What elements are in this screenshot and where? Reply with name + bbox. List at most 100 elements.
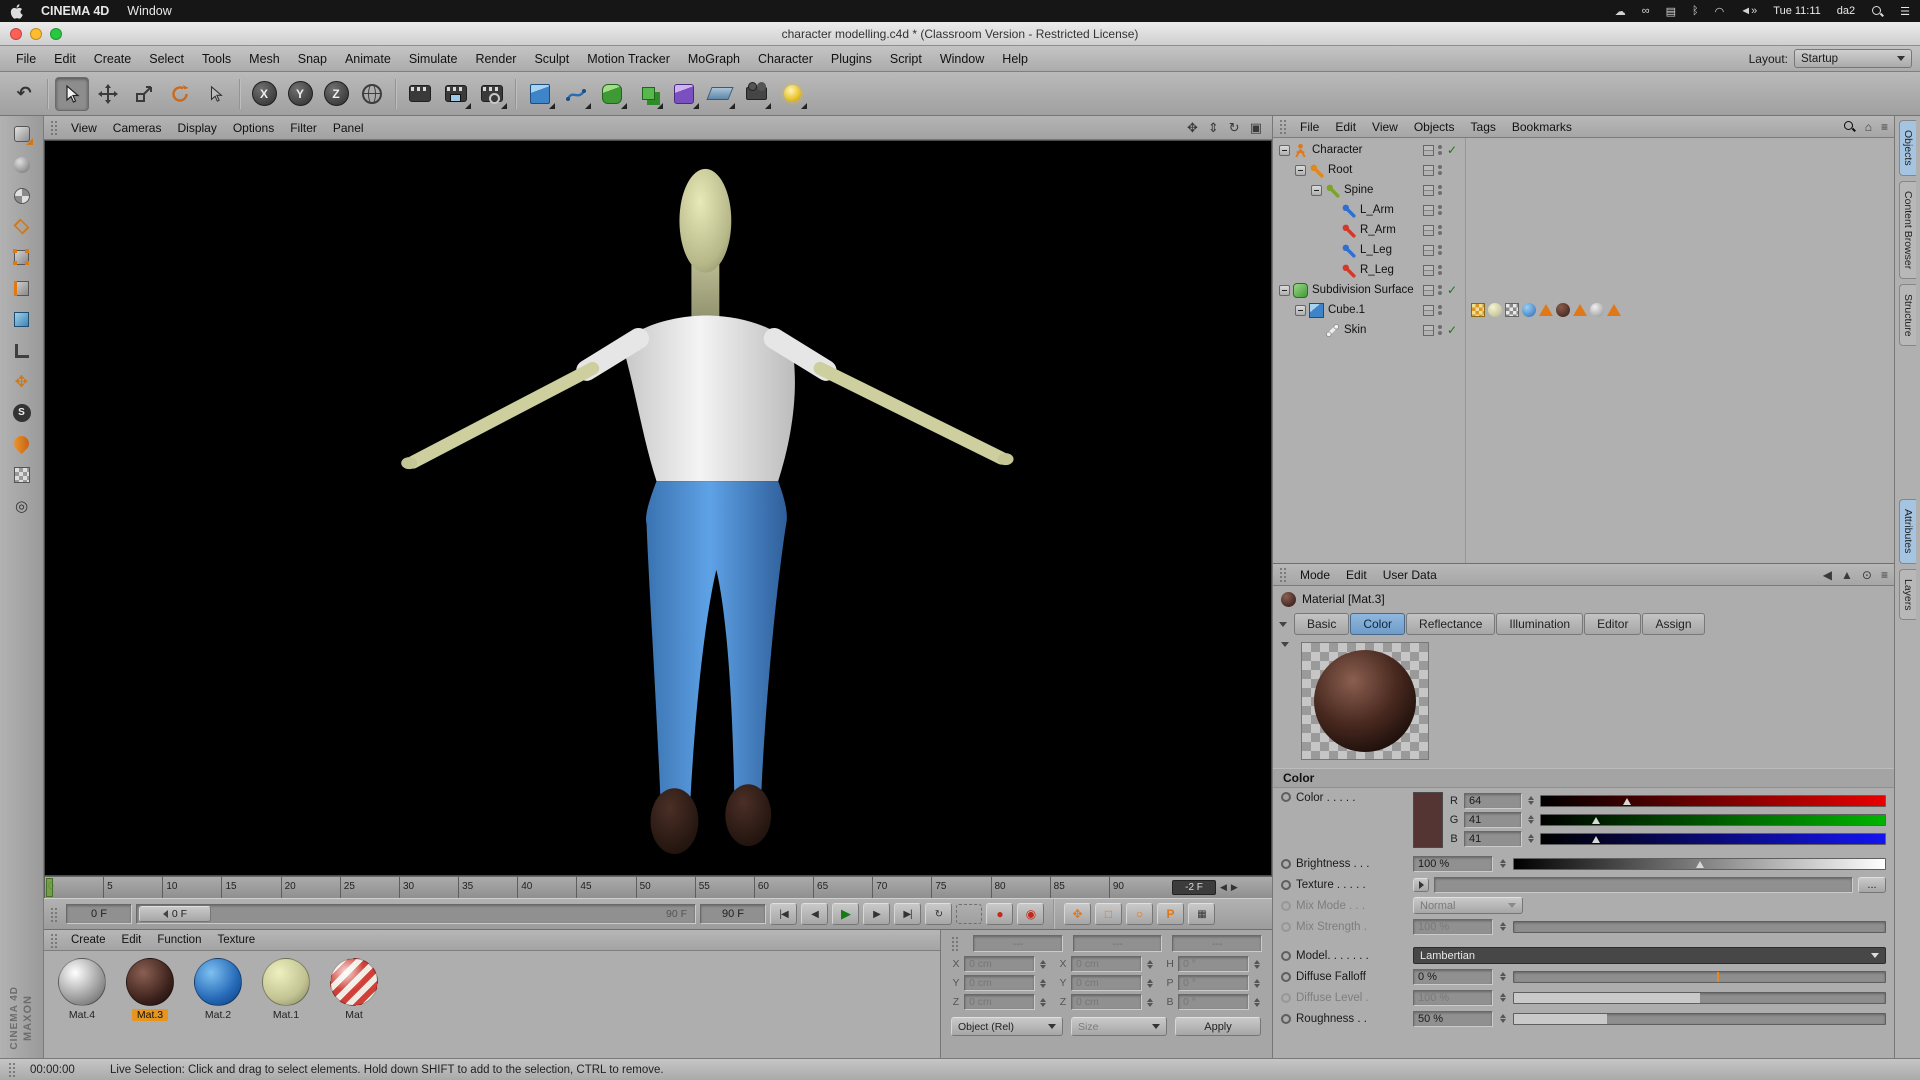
menu-window[interactable]: Window [932, 49, 992, 69]
material-preview[interactable] [1301, 642, 1429, 760]
viewport-menu-cameras[interactable]: Cameras [106, 119, 169, 137]
red-value-field[interactable]: 64 [1464, 793, 1522, 809]
cloud-icon[interactable]: ☁ [1615, 5, 1626, 18]
menu-render[interactable]: Render [467, 49, 524, 69]
last-used-tool-button[interactable] [199, 77, 233, 111]
tree-row-l-arm[interactable]: L_Arm [1273, 200, 1894, 220]
menubar-clock[interactable]: Tue 11:11 [1773, 5, 1821, 17]
stepper-icon[interactable] [1038, 976, 1048, 990]
tree-row-skin[interactable]: Skin ✓ [1273, 320, 1894, 340]
add-deformer-button[interactable] [667, 77, 701, 111]
add-camera-button[interactable] [739, 77, 773, 111]
timeline-ruler[interactable]: 0 5 10 15 20 25 30 35 40 45 50 55 60 65 … [44, 876, 1272, 898]
om-menu-objects[interactable]: Objects [1407, 118, 1462, 136]
layer-toggle[interactable] [1423, 285, 1434, 296]
material-item[interactable]: Mat [326, 958, 382, 1021]
rotate-view-icon[interactable]: ↻ [1229, 120, 1240, 136]
roughness-slider[interactable] [1513, 1013, 1886, 1025]
rotate-tool-button[interactable] [163, 77, 197, 111]
edges-mode-button[interactable] [4, 273, 40, 304]
layout-dropdown[interactable]: Startup [1794, 49, 1912, 68]
keyframe-circle-icon[interactable] [1281, 859, 1291, 869]
record-scale-toggle[interactable]: □ [1095, 903, 1122, 925]
stepper-icon[interactable] [1145, 976, 1155, 990]
goto-start-button[interactable]: |◀ [770, 903, 797, 925]
model-mode-button[interactable] [4, 149, 40, 180]
material-item[interactable]: Mat.1 [258, 958, 314, 1021]
viewport-menu-filter[interactable]: Filter [283, 119, 324, 137]
visibility-dots[interactable] [1438, 305, 1442, 315]
panel-grip[interactable] [50, 933, 58, 948]
volume-icon[interactable]: ◄» [1740, 5, 1757, 17]
lock-workplane-button[interactable] [4, 459, 40, 490]
diffuse-falloff-slider[interactable] [1513, 971, 1886, 983]
visibility-dots[interactable] [1438, 285, 1442, 295]
tab-color[interactable]: Color [1350, 613, 1405, 635]
size-y-field[interactable]: 0 cm [1071, 975, 1142, 991]
texture-tag-icon[interactable] [1488, 303, 1502, 317]
layer-toggle[interactable] [1423, 205, 1434, 216]
tab-editor[interactable]: Editor [1584, 613, 1641, 635]
tree-row-subdivision-surface[interactable]: Subdivision Surface ✓ [1273, 280, 1894, 300]
visibility-dots[interactable] [1438, 145, 1442, 155]
tree-row-r-arm[interactable]: R_Arm [1273, 220, 1894, 240]
stepper-icon[interactable] [1526, 794, 1536, 808]
menu-mograph[interactable]: MoGraph [680, 49, 748, 69]
tab-attributes[interactable]: Attributes [1899, 499, 1916, 563]
viewport-menu-view[interactable]: View [64, 119, 104, 137]
om-menu-edit[interactable]: Edit [1328, 118, 1363, 136]
menu-simulate[interactable]: Simulate [401, 49, 466, 69]
om-menu-bookmarks[interactable]: Bookmarks [1505, 118, 1579, 136]
enable-snap-button[interactable]: S [4, 397, 40, 428]
edit-render-settings-button[interactable] [475, 77, 509, 111]
add-subdivision-surface-button[interactable] [595, 77, 629, 111]
rotation-b-field[interactable]: 0 ° [1178, 994, 1249, 1010]
materials-menu-create[interactable]: Create [64, 932, 113, 948]
panel-grip[interactable] [951, 936, 959, 951]
menu-create[interactable]: Create [86, 49, 140, 69]
add-mograph-cloner-button[interactable] [631, 77, 665, 111]
uvw-tag-icon[interactable] [1471, 303, 1485, 317]
viewport-menu-panel[interactable]: Panel [326, 119, 371, 137]
previous-key-arrow-icon[interactable]: ◀ [1220, 882, 1227, 893]
menu-script[interactable]: Script [882, 49, 930, 69]
app-name[interactable]: CINEMA 4D [41, 4, 109, 18]
panel-grip[interactable] [1279, 119, 1287, 134]
menu-character[interactable]: Character [750, 49, 821, 69]
stepper-icon[interactable] [1252, 995, 1262, 1009]
green-value-field[interactable]: 41 [1464, 812, 1522, 828]
panel-grip[interactable] [50, 907, 58, 922]
settings-icon[interactable]: ≡ [1881, 568, 1888, 582]
goto-end-button[interactable]: ▶| [894, 903, 921, 925]
visibility-dots[interactable] [1438, 185, 1442, 195]
timeline-slider-handle[interactable]: 0 F [139, 906, 211, 922]
lock-x-axis-button[interactable]: X [247, 77, 281, 111]
stepper-icon[interactable] [1252, 957, 1262, 971]
autokeying-button[interactable]: ◉ [1017, 903, 1044, 925]
bluetooth-icon[interactable]: ᛒ [1692, 5, 1699, 17]
menu-window-macos[interactable]: Window [127, 4, 171, 18]
loop-playback-button[interactable]: ↻ [925, 903, 952, 925]
menu-animate[interactable]: Animate [337, 49, 399, 69]
position-y-field[interactable]: 0 cm [964, 975, 1035, 991]
next-key-button[interactable]: ▶ [863, 903, 890, 925]
panel-grip[interactable] [50, 120, 58, 135]
texture-arrow-button[interactable] [1413, 878, 1429, 892]
menu-file[interactable]: File [8, 49, 44, 69]
menu-tools[interactable]: Tools [194, 49, 239, 69]
texture-path-field[interactable] [1434, 877, 1853, 893]
stepper-icon[interactable] [1145, 957, 1155, 971]
tab-objects[interactable]: Objects [1899, 120, 1916, 176]
history-back-icon[interactable]: ◀ [1823, 568, 1832, 582]
render-to-picture-viewer-button[interactable] [439, 77, 473, 111]
apply-button[interactable]: Apply [1175, 1017, 1261, 1036]
object-axis-mode-button[interactable] [4, 335, 40, 366]
visibility-dots[interactable] [1438, 205, 1442, 215]
collapse-arrow-icon[interactable] [1279, 622, 1287, 627]
undo-button[interactable]: ↶ [7, 77, 41, 111]
collapse-icon[interactable] [1295, 165, 1306, 176]
scale-tool-button[interactable] [127, 77, 161, 111]
color-swatch[interactable] [1413, 792, 1443, 848]
coordinate-system-button[interactable] [355, 77, 389, 111]
layer-toggle[interactable] [1423, 245, 1434, 256]
